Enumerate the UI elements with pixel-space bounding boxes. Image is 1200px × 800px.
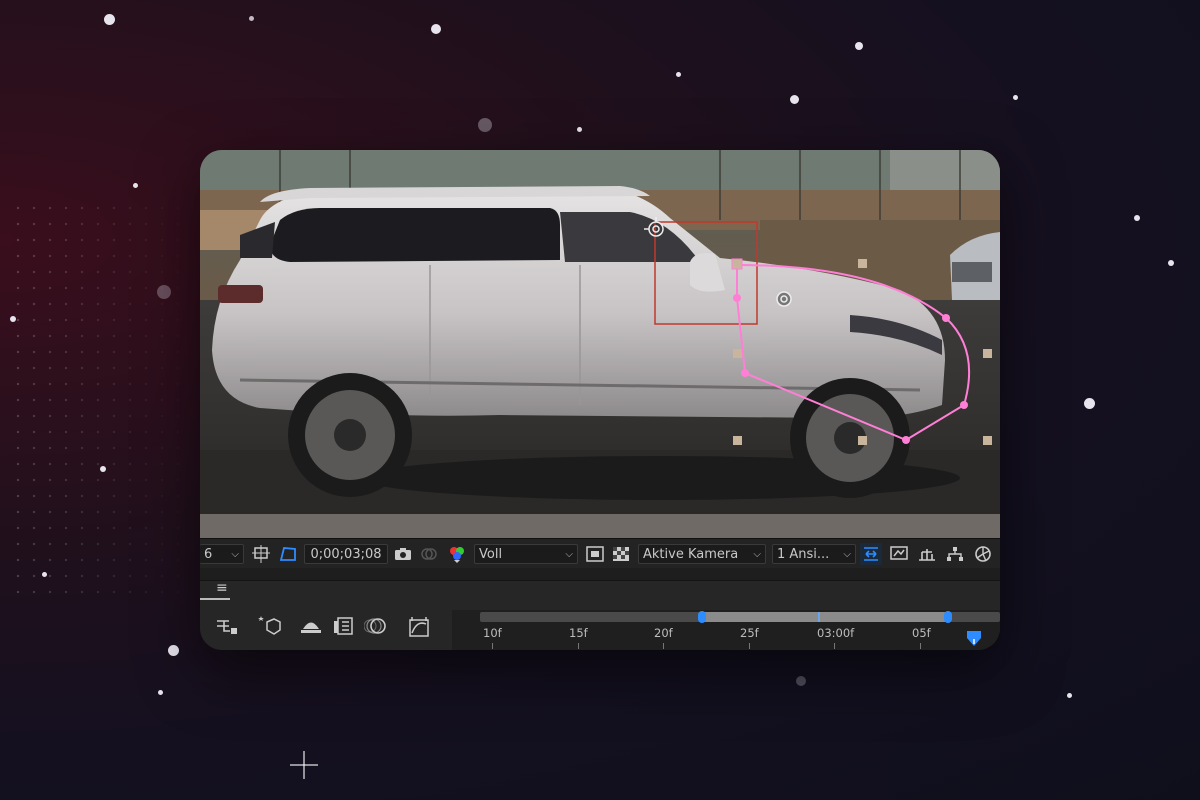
ruler-tick [749,643,750,649]
ruler-label: 25f [740,626,759,640]
fast-previews-icon[interactable] [584,543,606,565]
background-dot-grid [10,200,200,600]
ruler-label: 10f [483,626,502,640]
background-star [431,24,441,34]
timeline-panel: ≡ 10f 15f 20f 25f 03:00f 05f [200,568,1000,650]
ruler-label: 05f [912,626,931,640]
current-time-display[interactable]: 0;00;03;08 [304,544,388,564]
motion-blur-icon[interactable] [363,616,388,640]
draft-3d-icon[interactable] [257,614,281,640]
work-area-mid-marker [818,612,820,622]
background-star [796,676,806,686]
ruler-tick [920,643,921,649]
work-area-selection[interactable] [702,612,946,622]
background-star [100,466,106,472]
ruler-label: 15f [569,626,588,640]
resolution-value: Voll [479,546,503,562]
chevron-down-icon: ⌵ [843,548,851,560]
frame-blending-icon[interactable] [332,616,354,640]
work-area-start-handle[interactable] [698,611,706,623]
timeline-header-bar [200,568,1000,581]
background-star [42,572,47,577]
composition-viewer[interactable] [200,150,1000,538]
after-effects-window: 6 ⌵ 0;00;03;08 Voll ⌵ Aktive Kamera ⌵ 1 … [200,150,1000,650]
magnification-dropdown[interactable]: 6 ⌵ [200,544,244,564]
shy-layers-icon[interactable] [216,616,238,640]
ruler-tick [492,643,493,649]
resolution-dropdown[interactable]: Voll ⌵ [474,544,578,564]
view-layout-value: 1 Ansi... [777,546,830,562]
chevron-down-icon: ⌵ [231,548,239,560]
work-area-end-handle[interactable] [944,611,952,623]
video-frame [200,150,1000,538]
background-star [1013,95,1018,100]
ruler-tick [578,643,579,649]
camera-view-dropdown[interactable]: Aktive Kamera ⌵ [638,544,766,564]
background-star [855,42,863,50]
background-star [1084,398,1095,409]
ruler-label: 20f [654,626,673,640]
playhead-icon[interactable] [966,630,982,650]
background-star [478,118,492,132]
background-star [158,690,163,695]
exposure-reset-icon[interactable] [972,543,994,565]
chevron-down-icon: ⌵ [753,548,761,560]
flowchart-icon[interactable] [944,543,966,565]
ruler-label: 03:00f [817,626,855,640]
background-star [1134,215,1140,221]
graph-editor-icon[interactable] [408,616,432,642]
background-star [104,14,115,25]
region-of-interest-icon[interactable] [250,543,272,565]
timeline-tab-indicator [200,598,230,600]
color-channels-icon[interactable] [446,543,468,565]
background-star [676,72,681,77]
viewer-toolbar: 6 ⌵ 0;00;03;08 Voll ⌵ Aktive Kamera ⌵ 1 … [200,538,1000,569]
timeline-icon[interactable] [916,543,938,565]
transparency-grid-icon[interactable] [610,543,632,565]
magnification-value: 6 [204,546,213,562]
background-star [790,95,799,104]
toggle-pixel-aspect-icon[interactable] [860,543,882,565]
mask-visibility-icon[interactable] [277,543,299,565]
background-star [249,16,254,21]
view-layout-dropdown[interactable]: 1 Ansi... ⌵ [772,544,856,564]
background-star [133,183,138,188]
crosshair-icon [290,751,318,779]
chevron-down-icon: ⌵ [565,548,573,560]
camera-snapshot-icon[interactable] [392,543,414,565]
hide-shy-icon[interactable] [300,616,322,640]
ruler-tick [663,643,664,649]
background-star [157,285,171,299]
background-star [1168,260,1174,266]
time-ruler[interactable]: 10f 15f 20f 25f 03:00f 05f [452,610,1000,650]
panel-menu-icon[interactable]: ≡ [216,580,228,596]
background-star [577,127,582,132]
preview-icon[interactable] [888,543,910,565]
background-star [168,645,179,656]
ruler-tick [834,643,835,649]
current-time-value: 0;00;03;08 [310,546,382,562]
background-star [10,316,16,322]
camera-view-value: Aktive Kamera [643,546,739,562]
background-star [1067,693,1072,698]
feature-center-icon[interactable] [776,291,792,307]
show-snapshot-icon[interactable] [418,543,440,565]
